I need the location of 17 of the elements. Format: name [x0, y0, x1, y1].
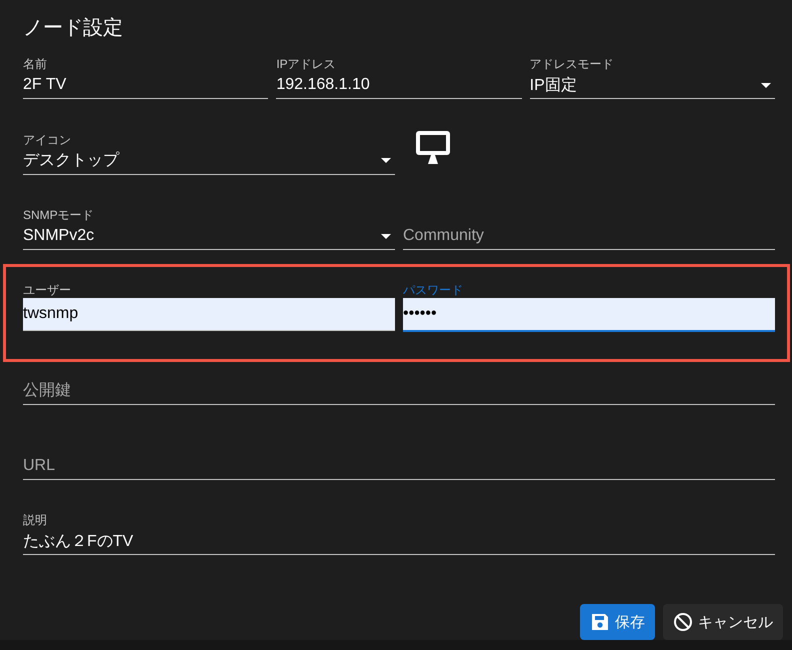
input-field[interactable]: SNMPモード SNMPv2c	[23, 207, 395, 250]
caret-icon	[760, 82, 771, 88]
input-field[interactable]: 名前 2F TV	[23, 56, 268, 100]
input-field[interactable]: IPアドレス 192.168.1.10	[276, 56, 522, 100]
input-field[interactable]: アイコン デスクトップ	[23, 132, 395, 175]
prohibited-icon	[673, 612, 693, 632]
input-field[interactable]: 説明 たぶん２FのTV	[23, 512, 775, 556]
input-field[interactable]: URL	[23, 452, 775, 480]
caret-icon	[381, 158, 391, 164]
caret-icon	[381, 234, 391, 239]
input-field[interactable]: 公開鍵	[23, 378, 775, 405]
cancel-button[interactable]: キャンセル	[663, 604, 783, 640]
monitor-icon	[415, 130, 451, 164]
input-field[interactable]: アドレスモード IP固定	[530, 56, 775, 100]
dialog-title: ノード設定	[22, 16, 124, 41]
save-button[interactable]: 保存	[580, 604, 655, 640]
input-field[interactable]: Community	[403, 223, 775, 250]
